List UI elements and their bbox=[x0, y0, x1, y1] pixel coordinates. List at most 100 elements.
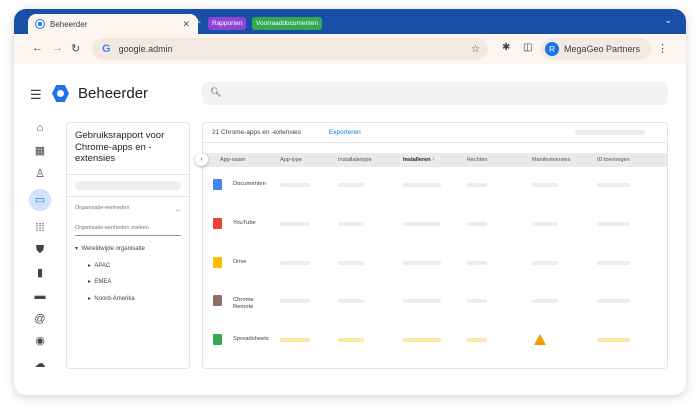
col-rechten[interactable]: Rechten bbox=[467, 157, 488, 163]
col-installeren[interactable]: Installeren bbox=[403, 157, 431, 163]
org-units-header[interactable]: Organisatie-eenheden ︿ bbox=[75, 205, 181, 213]
table-row[interactable]: YouTube bbox=[203, 216, 667, 232]
org-tree: ▾ Wereldwijde organisatie ▸ APAC ▸ EMEA … bbox=[75, 245, 181, 311]
table-row[interactable]: Documenten bbox=[203, 177, 667, 193]
col-app-type[interactable]: App-type bbox=[280, 157, 302, 163]
collapse-panel-button[interactable]: ‹ bbox=[195, 153, 208, 166]
table-row[interactable]: Spreadsheets bbox=[203, 332, 667, 348]
hamburger-menu-icon[interactable]: ☰ bbox=[30, 87, 42, 103]
back-icon[interactable]: ← bbox=[32, 42, 43, 54]
apps-table-card: 21 Chrome-apps en -extensies Exporteren … bbox=[195, 122, 668, 369]
placeholder-bar bbox=[575, 130, 645, 135]
col-id-toevoegen[interactable]: ID toevoegen bbox=[597, 157, 630, 163]
col-installatietype[interactable]: Installatietype bbox=[338, 157, 372, 163]
apps-icon[interactable]: ⁞⁞⁞ bbox=[33, 221, 47, 235]
panel-filter-placeholder[interactable] bbox=[75, 181, 181, 190]
left-panel: Gebruiksrapport voor Chrome-apps en -ext… bbox=[66, 122, 190, 369]
forward-icon[interactable]: → bbox=[52, 42, 63, 54]
cell-placeholder bbox=[280, 261, 310, 265]
profile-button[interactable]: R MegaGeo Partners bbox=[541, 38, 651, 60]
cell-placeholder bbox=[338, 222, 364, 226]
tab-bar: Beheerder ✕ + Rapporten Voorraaddocument… bbox=[14, 9, 686, 34]
browser-window: Beheerder ✕ + Rapporten Voorraaddocument… bbox=[14, 9, 686, 395]
cell-placeholder bbox=[338, 183, 364, 187]
org-units-section: Organisatie-eenheden ︿ Organisatie-eenhed… bbox=[67, 196, 189, 311]
bookmark-voorraaddocumenten[interactable]: Voorraaddocumenten bbox=[252, 17, 323, 30]
tab-list-chevron-icon[interactable]: ⌄ bbox=[664, 15, 672, 26]
url-text: google.admin bbox=[118, 44, 173, 54]
bookmark-star-icon[interactable]: ☆ bbox=[471, 44, 480, 55]
cell-placeholder bbox=[467, 299, 487, 303]
app-name: Spreadsheets bbox=[233, 336, 269, 342]
browser-toolbar: ← → ↻ G google.admin ☆ ✱ ◫ R MegaGeo Par… bbox=[14, 34, 686, 64]
tree-label: APAC bbox=[94, 262, 111, 269]
security-icon[interactable]: ⛊ bbox=[33, 243, 47, 257]
cell-placeholder bbox=[403, 299, 441, 303]
admin-logo-icon bbox=[52, 85, 69, 102]
cell-placeholder bbox=[532, 261, 558, 265]
cell-placeholder bbox=[532, 299, 558, 303]
cell-placeholder bbox=[403, 338, 441, 342]
menu-kebab-icon[interactable]: ⋮ bbox=[657, 42, 668, 55]
table-header: 21 Chrome-apps en -extensies Exporteren bbox=[203, 123, 667, 143]
tab-title: Beheerder bbox=[50, 19, 88, 29]
cell-placeholder bbox=[467, 183, 487, 187]
apps-count: 21 Chrome-apps en -extensies bbox=[212, 129, 301, 136]
tree-item-root[interactable]: ▾ Wereldwijde organisatie bbox=[75, 245, 181, 262]
tree-item-apac[interactable]: ▸ APAC bbox=[75, 262, 181, 279]
cell-placeholder bbox=[338, 261, 364, 265]
app-name: Drive bbox=[233, 259, 247, 265]
col-app-naam[interactable]: App-naam bbox=[220, 157, 245, 163]
billing-icon[interactable]: ▬ bbox=[33, 289, 47, 303]
cloud-icon[interactable]: ☁ bbox=[33, 357, 47, 371]
app-title: Beheerder bbox=[78, 85, 149, 102]
user-icon[interactable]: ♙ bbox=[33, 167, 47, 181]
app-name: Chrome Remote bbox=[233, 297, 254, 310]
column-headers: App-naam App-type Installatietype Instal… bbox=[203, 153, 667, 167]
cell-placeholder bbox=[597, 222, 630, 226]
devices-icon[interactable]: ▭ bbox=[29, 189, 51, 211]
reload-icon[interactable]: ↻ bbox=[71, 42, 80, 55]
col-manifestversies[interactable]: Manifestversies bbox=[532, 157, 570, 163]
bookmark-rapporten[interactable]: Rapporten bbox=[208, 17, 247, 30]
google-icon: G bbox=[102, 43, 111, 55]
tree-item-emea[interactable]: ▸ EMEA bbox=[75, 278, 181, 295]
panel-title: Gebruiksrapport voor Chrome-apps en -ext… bbox=[67, 123, 189, 175]
profile-name: MegaGeo Partners bbox=[564, 44, 641, 54]
side-panel-icon[interactable]: ◫ bbox=[523, 42, 532, 53]
tree-item-noord-amerika[interactable]: ▸ Noord-Amerika bbox=[75, 295, 181, 312]
extensions-icon[interactable]: ✱ bbox=[502, 42, 510, 53]
export-link[interactable]: Exporteren bbox=[329, 129, 361, 136]
tree-label: EMEA bbox=[94, 279, 112, 285]
cell-placeholder bbox=[597, 338, 630, 342]
cell-placeholder bbox=[597, 261, 630, 265]
app-icon bbox=[213, 179, 222, 190]
tab-beheerder[interactable]: Beheerder ✕ bbox=[28, 14, 198, 34]
app-icon bbox=[213, 334, 222, 345]
table-row[interactable]: Chrome Remote bbox=[203, 293, 667, 310]
dashboard-icon[interactable]: ▦ bbox=[33, 144, 47, 158]
cell-placeholder bbox=[467, 222, 487, 226]
account-icon[interactable]: @ bbox=[33, 312, 47, 326]
new-tab-button[interactable]: + bbox=[194, 15, 201, 29]
app-name: YouTube bbox=[233, 220, 256, 226]
org-units-search-input[interactable]: Organisatie-eenheden zoeken bbox=[75, 225, 181, 236]
reports-icon[interactable]: ▮ bbox=[33, 266, 47, 280]
search-input[interactable]: 🔍︎ bbox=[202, 82, 668, 105]
section-label: Organisatie-eenheden bbox=[75, 205, 130, 211]
cell-placeholder bbox=[338, 338, 364, 342]
warning-icon[interactable] bbox=[534, 334, 546, 345]
rules-icon[interactable]: ◉ bbox=[33, 334, 47, 348]
admin-logo-icon bbox=[35, 19, 45, 29]
chevron-up-icon[interactable]: ︿ bbox=[175, 205, 181, 213]
cell-placeholder bbox=[532, 183, 558, 187]
cell-placeholder bbox=[403, 183, 441, 187]
close-tab-icon[interactable]: ✕ bbox=[182, 19, 190, 30]
address-bar[interactable]: G google.admin ☆ bbox=[92, 38, 488, 60]
avatar: R bbox=[545, 42, 559, 56]
cell-placeholder bbox=[597, 183, 630, 187]
app-icon bbox=[213, 218, 222, 229]
sort-down-icon[interactable]: ↓ bbox=[432, 156, 435, 162]
home-icon[interactable]: ⌂ bbox=[33, 121, 47, 135]
table-row[interactable]: Drive bbox=[203, 255, 667, 271]
